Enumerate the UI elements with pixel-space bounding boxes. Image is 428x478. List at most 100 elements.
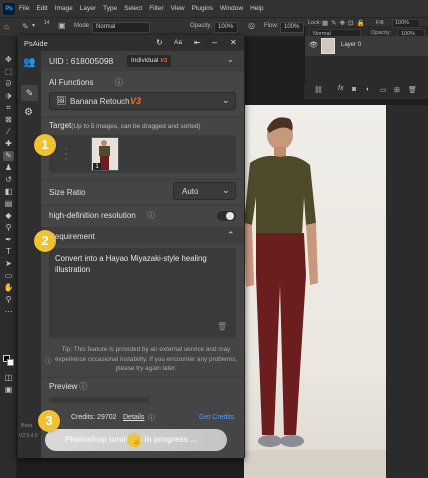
fill-input[interactable]: 100% [392,19,420,28]
menu-file[interactable]: File [19,5,29,12]
add-mask-icon[interactable]: ◙ [352,86,356,93]
layer-row[interactable]: 👁 Layer 0 [305,36,428,56]
info-icon: ⓘ [45,358,52,365]
minimize-icon[interactable]: – [212,37,217,47]
layer-effects-icon[interactable]: fx [338,85,343,92]
man-photo-illustration [244,117,386,478]
marquee-tool-icon[interactable]: ⬚ [3,67,14,77]
plan-badge: Individual V3 [127,55,172,67]
pen-tool-icon[interactable]: ✒ [3,235,14,245]
move-tool-icon[interactable]: ✥ [3,55,14,65]
brush-size-value[interactable]: 14 [44,20,50,26]
chevron-down-icon: ⌄ [222,95,230,105]
lasso-tool-icon[interactable]: ᘐ [3,79,14,89]
menubar: Ps File Edit Image Layer Type Select Fil… [0,0,428,17]
frame-tool-icon[interactable]: ⊠ [3,115,14,125]
rectangle-tool-icon[interactable]: ▭ [3,271,14,281]
menu-window[interactable]: Window [220,5,243,12]
settings-gear-icon[interactable]: ⚙ [24,107,33,118]
target-drop-zone[interactable]: ⋮ 1 [49,135,236,173]
menu-image[interactable]: Image [55,5,73,12]
delete-layer-icon[interactable]: 🗑 [408,86,417,94]
quick-mask-icon[interactable]: ◫ [3,373,14,383]
gradient-tool-icon[interactable]: ▤ [3,199,14,209]
target-label: Target(Up to 5 images, can be dragged an… [49,121,201,130]
dodge-tool-icon[interactable]: ⚲ [3,223,14,233]
get-credits-link[interactable]: Get Credits [199,414,234,421]
eraser-tool-icon[interactable]: ◧ [3,187,14,197]
healing-brush-tool-icon[interactable]: ✚ [3,139,14,149]
menu-view[interactable]: View [171,5,185,12]
requirement-text: Convert into a Hayao Miyazaki-style heal… [55,254,207,274]
new-group-icon[interactable]: ▭ [380,86,387,94]
tip-text: Tip: This feature is provided by an exte… [54,346,238,372]
text-size-icon[interactable]: Aa [174,39,182,46]
menu-layer[interactable]: Layer [80,5,96,12]
mode-select[interactable]: Normal [92,22,150,33]
more-tools-icon[interactable]: ⋯ [3,307,14,317]
menu-select[interactable]: Select [124,5,142,12]
history-brush-tool-icon[interactable]: ↺ [3,175,14,185]
hand-tool-icon[interactable]: ✋ [3,283,14,293]
chevron-down-icon[interactable]: ⌄ [227,55,234,64]
object-select-tool-icon[interactable]: ⬗ [3,91,14,101]
requirement-textarea[interactable]: Convert into a Hayao Miyazaki-style heal… [49,248,236,338]
blur-tool-icon[interactable]: ◆ [3,211,14,221]
close-icon[interactable]: ✕ [230,38,237,47]
clone-stamp-tool-icon[interactable]: ♟ [3,163,14,173]
menu-filter[interactable]: Filter [149,5,163,12]
info-icon[interactable]: ⓘ [115,77,123,88]
ai-function-select[interactable]: 🖼 Banana Retouch V3 ⌄ [49,92,236,110]
eyedropper-tool-icon[interactable]: ⁄ [3,127,14,137]
background-color-swatch[interactable] [7,359,14,366]
target-thumbnail[interactable]: 1 [91,137,119,171]
size-ratio-select[interactable]: Auto ⌄ [173,182,236,200]
photoshop-logo: Ps [3,2,15,15]
flow-input[interactable]: 100% [280,22,304,33]
new-layer-icon[interactable]: ⊞ [394,86,400,94]
trash-icon[interactable]: 🗑 [217,322,227,331]
opacity-input[interactable]: 100% [214,22,238,33]
layer-name[interactable]: Layer 0 [341,42,361,48]
progress-button[interactable]: Photoshop tuning is in progress ... ☝ [45,429,227,451]
chevron-down-icon[interactable]: ▾ [32,22,35,29]
brush-tool-icon[interactable]: ✎ [3,151,14,161]
pin-icon[interactable]: ⇤ [194,38,201,47]
users-icon[interactable]: 👥 [23,57,35,68]
uid-row[interactable]: UID : 618005098 Individual V3 ⌄ [41,51,244,71]
refresh-icon[interactable]: ↻ [156,38,163,47]
details-link[interactable]: Details [123,414,144,421]
brush-mode-icon[interactable]: ✎ [21,85,38,101]
uid-text: UID : 618005098 [49,56,114,66]
path-select-tool-icon[interactable]: ➤ [3,259,14,269]
beta-label: Beta [21,423,33,429]
info-icon[interactable]: ⓘ [148,413,155,423]
type-tool-icon[interactable]: T [3,247,14,257]
pressure-opacity-icon[interactable]: ◎ [248,21,255,30]
preview-area [49,397,149,403]
menu-type[interactable]: Type [103,5,117,12]
drag-handle-icon[interactable]: ⋮ [59,145,73,162]
visibility-eye-icon[interactable]: 👁 [309,41,318,49]
lock-icons[interactable]: ▦✎✥⊡🔒 [322,19,368,27]
home-icon[interactable]: ⌂ [4,22,9,31]
layers-panel-footer: ⛓ fx ◙ ◐ ▭ ⊞ 🗑 [304,83,428,99]
screen-mode-icon[interactable]: ▣ [3,385,14,395]
version-label: V2.5.4.0 [19,433,38,439]
menu-help[interactable]: Help [250,5,263,12]
crop-tool-icon[interactable]: ⌗ [3,103,14,113]
opacity-label: Opacity: [190,23,213,29]
adjustment-layer-icon[interactable]: ◐ [366,86,370,93]
psaide-title: PsAide [24,39,48,48]
brush-tool-icon[interactable]: ✎ [22,22,29,31]
info-icon[interactable]: ⓘ [147,210,155,221]
menu-plugins[interactable]: Plugins [192,5,213,12]
cursor-icon: ☝ [131,437,143,447]
menu-edit[interactable]: Edit [36,5,47,12]
hd-toggle[interactable] [217,211,236,221]
info-icon[interactable]: ⓘ [79,381,87,392]
zoom-tool-icon[interactable]: ⚲ [3,295,14,305]
brush-settings-icon[interactable]: ▣ [58,21,66,30]
requirement-header[interactable]: Requirement ⌃ [41,228,244,244]
link-layers-icon[interactable]: ⛓ [314,86,323,94]
